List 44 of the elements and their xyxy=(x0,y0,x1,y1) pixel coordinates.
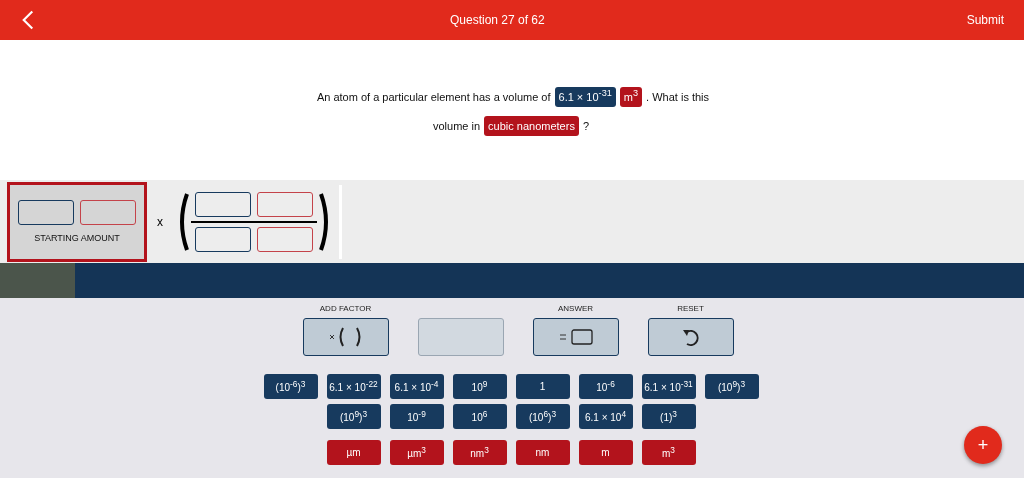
unit-tile[interactable]: µm xyxy=(326,440,381,465)
number-tile[interactable]: (10$^{9}$)$^{3}$ xyxy=(704,374,759,399)
control-label: ADD FACTOR xyxy=(319,304,372,314)
back-icon[interactable] xyxy=(22,9,34,31)
number-tile[interactable]: (10$^{9}$)$^{3}$ xyxy=(326,404,381,429)
number-tile[interactable]: (1)$^{3}$ xyxy=(641,404,696,429)
number-tile[interactable]: 10$^{9}$ xyxy=(452,374,507,399)
unit-tile[interactable]: µm$^{3}$ xyxy=(389,440,444,465)
starting-amount-card[interactable]: STARTING AMOUNT xyxy=(7,181,147,262)
number-tile[interactable]: 10$^{-6}$ xyxy=(578,374,633,399)
submit-button[interactable]: Submit xyxy=(960,12,1010,28)
number-tile[interactable]: (10$^{6}$)$^{3}$ xyxy=(515,404,570,429)
number-tile[interactable]: 6.1 × 10$^{4}$ xyxy=(578,404,633,429)
unit-tile[interactable]: nm xyxy=(515,440,570,465)
control-label: ANSWER xyxy=(557,304,594,314)
number-tile[interactable]: (10$^{-6}$)$^{3}$ xyxy=(263,374,318,399)
question-counter: Question 27 of 62 xyxy=(449,13,545,27)
add-factor-button[interactable] xyxy=(302,318,389,356)
unit-slot[interactable] xyxy=(257,226,313,252)
number-tile[interactable]: 10$^{6}$ xyxy=(452,404,507,429)
equals-box-icon xyxy=(557,328,594,346)
number-tile[interactable]: 1 xyxy=(515,374,570,399)
unit-tile[interactable]: m$^{3}$ xyxy=(641,440,696,465)
unit-slot[interactable] xyxy=(80,200,136,225)
number-tile[interactable]: 6.1 × 10$^{-22}$ xyxy=(326,374,381,399)
number-tile[interactable]: 6.1 × 10$^{-4}$ xyxy=(389,374,444,399)
number-slot[interactable] xyxy=(18,200,74,225)
control-label: RESET xyxy=(677,304,704,314)
number-tile[interactable]: 10$^{-9}$ xyxy=(389,404,444,429)
reset-button[interactable] xyxy=(647,318,734,356)
question-text: An atom of a particular element has a volume of 6.1 × 10$^{-31}$ m$^{3}$ . What is this volume in cubic nanometers ? xyxy=(302,79,722,141)
unit-tile[interactable]: m xyxy=(578,440,633,465)
left-parenthesis-icon xyxy=(177,191,189,252)
times-sign: x xyxy=(157,214,163,229)
number-tile[interactable]: 6.1 × 10$^{-31}$ xyxy=(641,374,696,399)
number-slot[interactable] xyxy=(195,191,251,217)
unit-slot[interactable] xyxy=(257,191,313,217)
unit-tile[interactable]: nm$^{3}$ xyxy=(452,440,507,465)
right-parenthesis-icon xyxy=(319,191,331,252)
number-slot[interactable] xyxy=(195,226,251,252)
starting-amount-label: STARTING AMOUNT xyxy=(34,233,120,243)
answer-button[interactable] xyxy=(532,318,619,356)
undo-icon xyxy=(680,327,701,347)
add-button[interactable]: + xyxy=(964,426,1002,464)
